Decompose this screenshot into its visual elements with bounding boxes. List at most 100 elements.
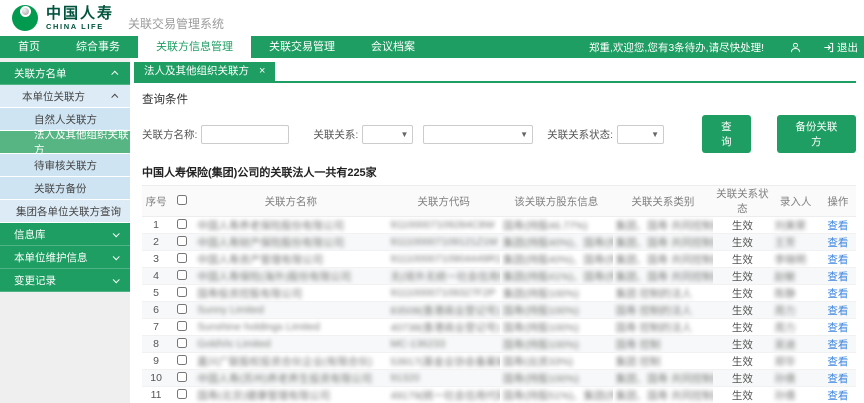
row-checkbox[interactable]	[177, 270, 187, 280]
party-name-cell: GoldVic Limited	[194, 336, 387, 353]
row-checkbox[interactable]	[177, 287, 187, 297]
nav-item-4[interactable]: 关联交易管理	[251, 36, 353, 58]
chevron-down-icon	[113, 253, 120, 260]
operator-cell: 李晓明	[771, 251, 819, 268]
row-checkbox[interactable]	[177, 355, 187, 365]
table-body: 1中国人寿养老保险股份有限公司91100007109284C8W国寿(持股46.…	[142, 217, 856, 403]
nav-item-1[interactable]: 首页	[0, 36, 58, 58]
view-link[interactable]: 查看	[820, 251, 856, 268]
relation-status-cell: 生效	[713, 217, 771, 234]
view-link[interactable]: 查看	[820, 336, 856, 353]
operator-masked: 郑华	[774, 356, 795, 368]
sidebar-item[interactable]: 关联方名单	[0, 62, 130, 85]
party-name-cell: Sunny Limited	[194, 302, 387, 319]
sidebar-item[interactable]: 关联方备份	[0, 177, 130, 200]
operator-masked: 刘美荣	[774, 220, 806, 232]
tab-close-icon[interactable]: ×	[259, 62, 265, 81]
sidebar-item[interactable]: 法人及其他组织关联方	[0, 131, 130, 154]
row-checkbox[interactable]	[177, 321, 187, 331]
sidebar-item[interactable]: 集团各单位关联方查询	[0, 200, 130, 223]
sidebar-item[interactable]: 变更记录	[0, 269, 130, 292]
chevron-up-icon	[111, 70, 118, 77]
party-name-masked: 中国人寿资产管理有限公司	[197, 254, 323, 266]
relation-status-label: 关联关系状态:	[547, 127, 613, 142]
welcome-text: 郑重,欢迎您,您有3条待办,请尽快处理!	[589, 40, 764, 55]
relation-sub-select[interactable]: ▼	[423, 125, 533, 144]
sidebar-item[interactable]: 待审核关联方	[0, 154, 130, 177]
party-name-masked: Sunny Limited	[197, 304, 264, 316]
nav-item-5[interactable]: 会议档案	[353, 36, 433, 58]
view-link[interactable]: 查看	[820, 353, 856, 370]
party-code-masked: MC-136233	[390, 338, 445, 350]
sidebar-item-label: 自然人关联方	[34, 112, 97, 127]
relation-category-masked: 集团 控制的法人	[616, 288, 692, 300]
sidebar-item-label: 法人及其他组织关联方	[34, 127, 130, 157]
sidebar-item-label: 待审核关联方	[34, 158, 97, 173]
relation-category-cell: 集团、国寿 共同控制的法人	[613, 387, 714, 403]
shareholder-info-masked: 集团(持股41%)、国寿(持股39%)	[503, 271, 613, 283]
shareholder-info-cell: 国寿(出资33%)	[500, 353, 613, 370]
sidebar-item[interactable]: 本单位维护信息	[0, 246, 130, 269]
view-link[interactable]: 查看	[820, 285, 856, 302]
view-link[interactable]: 查看	[820, 268, 856, 285]
operator-masked: 周力	[774, 322, 795, 334]
china-life-logo-icon	[12, 5, 38, 31]
tab-legal-entities[interactable]: 法人及其他组织关联方 ×	[134, 62, 275, 81]
relation-status-cell: 生效	[713, 285, 771, 302]
view-link[interactable]: 查看	[820, 234, 856, 251]
relation-status-cell: 生效	[713, 336, 771, 353]
row-checkbox[interactable]	[177, 236, 187, 246]
nav-item-3[interactable]: 关联方信息管理	[138, 36, 251, 58]
search-button[interactable]: 查询	[702, 115, 751, 153]
sidebar-item[interactable]: 信息库	[0, 223, 130, 246]
chevron-up-icon	[111, 93, 118, 100]
shareholder-info-cell: 集团(持股100%)	[500, 285, 613, 302]
party-name-masked: 中国人寿保险(海外)股份有限公司	[197, 271, 351, 283]
shareholder-info-masked: 国寿(持股46.77%)	[503, 220, 588, 232]
row-checkbox[interactable]	[177, 372, 187, 382]
logout-button[interactable]: 退出	[823, 40, 858, 55]
table-row: 4中国人寿保险(海外)股份有限公司无(境外无统一社会信用代码)集团(持股41%)…	[142, 268, 856, 285]
relation-select[interactable]: ▼	[362, 125, 413, 144]
row-index: 5	[142, 285, 170, 302]
row-checkbox[interactable]	[177, 338, 187, 348]
relation-category-masked: 集团、国寿 共同控制的法人	[616, 390, 714, 402]
table-row: 6Sunny Limited83508(香港商业登记号)国寿(持股100%)国寿…	[142, 302, 856, 319]
view-link[interactable]: 查看	[820, 387, 856, 403]
row-checkbox[interactable]	[177, 219, 187, 229]
party-code-cell: 40738(香港商业登记号)	[387, 319, 500, 336]
party-code-masked: 91110000710904449R1	[390, 253, 500, 265]
column-header-5: 关联关系类别	[613, 186, 714, 217]
select-all-checkbox[interactable]	[177, 195, 187, 205]
party-name-masked: 中国人寿养老保险股份有限公司	[197, 220, 344, 232]
row-checkbox-cell	[170, 251, 194, 268]
view-link[interactable]: 查看	[820, 370, 856, 387]
row-checkbox[interactable]	[177, 389, 187, 399]
relation-category-cell: 集团、国寿 共同控制的法人	[613, 251, 714, 268]
party-name-masked: 嘉兴广联股权投资合伙企业(有限合伙)	[197, 356, 372, 368]
app: 中国人寿 CHINA LIFE 关联交易管理系统 首页综合事务关联方信息管理关联…	[0, 0, 864, 403]
nav-right: 郑重,欢迎您,您有3条待办,请尽快处理! 退出	[589, 36, 864, 58]
party-name-input[interactable]	[201, 125, 289, 144]
sidebar-item-label: 关联方名单	[14, 66, 67, 81]
view-link[interactable]: 查看	[820, 319, 856, 336]
chevron-down-icon	[113, 276, 120, 283]
row-checkbox-cell	[170, 319, 194, 336]
table-caption: 中国人寿保险(集团)公司的关联法人一共有225家	[142, 164, 856, 180]
user-icon[interactable]	[790, 42, 801, 53]
column-header-7: 录入人	[771, 186, 819, 217]
nav-item-2[interactable]: 综合事务	[58, 36, 138, 58]
view-link[interactable]: 查看	[820, 217, 856, 234]
row-checkbox[interactable]	[177, 304, 187, 314]
view-link[interactable]: 查看	[820, 302, 856, 319]
relation-status-select[interactable]: ▼	[617, 125, 664, 144]
shareholder-info-cell: 国寿(持股46.77%)	[500, 217, 613, 234]
party-code-cell: 911100007109121Z1M	[387, 234, 500, 251]
operator-cell: 周力	[771, 319, 819, 336]
row-checkbox[interactable]	[177, 253, 187, 263]
row-checkbox-cell	[170, 336, 194, 353]
sidebar-item[interactable]: 本单位关联方	[0, 85, 130, 108]
row-checkbox-cell	[170, 370, 194, 387]
brand-block: 中国人寿 CHINA LIFE	[46, 6, 114, 31]
backup-party-button[interactable]: 备份关联方	[777, 115, 856, 153]
